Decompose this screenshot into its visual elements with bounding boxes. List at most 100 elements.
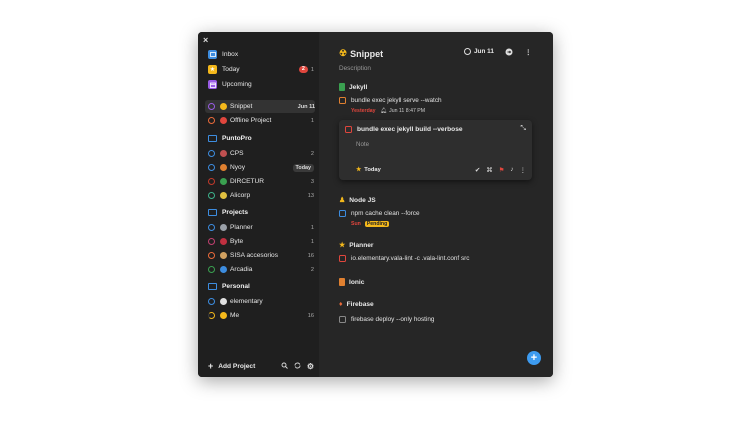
section-firebase[interactable]: ♦ Firebase <box>339 301 374 308</box>
sidebar-item-label: Alicorp <box>230 192 251 199</box>
bear-icon <box>220 298 227 305</box>
section-ionic[interactable]: Ionic <box>339 278 364 286</box>
bell-icon: 🔔︎ <box>380 108 388 114</box>
section-jekyll[interactable]: Jekyll <box>339 83 367 91</box>
sidebar-item-byte[interactable]: Byte 1 <box>208 235 314 248</box>
project-description[interactable]: Description <box>339 65 371 72</box>
sidebar-item-nyoy[interactable]: Nyoy Today <box>208 161 314 174</box>
project-ring-icon <box>208 298 215 305</box>
when-button[interactable]: ★ Today <box>356 167 381 173</box>
more-menu-icon[interactable]: ⋮ <box>525 48 531 56</box>
sidebar-item-label: Offline Project <box>230 117 272 124</box>
star-icon: ★ <box>339 242 346 249</box>
runner-icon: ♟ <box>339 197 346 204</box>
sidebar-item-label: CPS <box>230 150 244 157</box>
task-count: 13 <box>307 192 314 199</box>
task-detail-card[interactable]: bundle exec jekyll build --verbose ⤡ Not… <box>339 120 532 180</box>
app-window: × Inbox ★ Today 2 1 Upcoming Snippet Jun… <box>198 32 553 377</box>
tag-badge: Pending <box>364 221 390 227</box>
task-item[interactable]: bundle exec jekyll serve --watch <box>339 97 442 104</box>
task-text: io.elementary.vala-lint -c .vala-lint.co… <box>351 255 470 262</box>
sidebar-item-label: Upcoming <box>222 81 252 88</box>
section-title: Node JS <box>349 196 376 204</box>
project-ring-icon <box>208 150 215 157</box>
area-projects[interactable]: Projects <box>208 209 248 216</box>
project-title: Snippet <box>350 48 384 59</box>
more-menu-icon[interactable]: ⋮ <box>520 166 526 174</box>
task-checkbox[interactable] <box>345 126 352 133</box>
task-checkbox[interactable] <box>339 316 346 323</box>
project-ring-icon <box>208 103 215 110</box>
sidebar-item-elementary[interactable]: elementary <box>208 295 314 308</box>
add-task-button[interactable]: + <box>527 351 541 365</box>
book-icon <box>339 278 345 286</box>
sidebar-item-inbox[interactable]: Inbox <box>208 48 314 61</box>
due-date-button[interactable]: Jun 11 <box>464 48 494 55</box>
sidebar-item-label: Snippet <box>230 103 253 110</box>
bell-icon[interactable]: ♪ <box>510 166 513 174</box>
section-node[interactable]: ♟ Node JS <box>339 196 376 205</box>
task-count: 1 <box>310 238 314 245</box>
project-ring-icon <box>208 117 215 124</box>
section-title: Planner <box>349 241 374 249</box>
area-personal[interactable]: Personal <box>208 283 250 290</box>
ring-icon <box>220 252 227 259</box>
task-count: 1 <box>310 224 314 231</box>
sidebar-item-upcoming[interactable]: Upcoming <box>208 78 314 91</box>
radioactive-icon: ☢ <box>339 48 348 58</box>
task-count: 16 <box>307 252 314 259</box>
collapse-icon[interactable]: ⤡ <box>520 125 526 133</box>
page-title[interactable]: ☢ Snippet <box>339 48 383 59</box>
task-checkbox[interactable] <box>339 97 346 104</box>
when-label: Today <box>364 167 381 173</box>
task-item[interactable]: firebase deploy --only hosting <box>339 316 434 323</box>
sidebar-item-snippet[interactable]: Snippet Jun 11 <box>205 100 315 113</box>
sidebar-item-label: SISA accesorios <box>230 252 279 259</box>
sidebar-footer: + Add Project ⚙ <box>208 361 314 371</box>
sidebar-item-arcadia[interactable]: Arcadia 2 <box>208 263 314 276</box>
sidebar-item-label: Byte <box>230 238 244 245</box>
project-ring-icon <box>208 224 215 231</box>
sidebar-item-label: Arcadia <box>230 266 253 273</box>
task-item[interactable]: npm cache clean --force <box>339 210 420 217</box>
tag-icon[interactable]: ⌘ <box>486 166 492 174</box>
sidebar-item-me[interactable]: Me 16 <box>208 309 314 322</box>
search-icon[interactable] <box>281 362 288 371</box>
sidebar-item-planner[interactable]: Planner 1 <box>208 221 314 234</box>
sidebar-item-offline-project[interactable]: Offline Project 1 <box>208 114 314 127</box>
sidebar-item-cps[interactable]: CPS 2 <box>208 147 314 160</box>
due-date-label: Jun 11 <box>474 48 494 55</box>
today-pill: Today <box>292 163 314 172</box>
task-checkbox[interactable] <box>339 210 346 217</box>
sync-icon[interactable] <box>294 362 301 371</box>
task-note[interactable]: Note <box>356 141 369 148</box>
gear-icon[interactable]: ⚙ <box>307 362 314 371</box>
task-text[interactable]: bundle exec jekyll build --verbose <box>357 126 463 133</box>
area-puntopro[interactable]: PuntoPro <box>208 135 252 142</box>
sidebar-item-dircetur[interactable]: DIRCETUR 3 <box>208 175 314 188</box>
project-ring-icon <box>208 252 215 259</box>
sections-button[interactable] <box>505 48 513 56</box>
fire-icon: ♦ <box>339 301 343 308</box>
sidebar-item-alicorp[interactable]: Alicorp 13 <box>208 189 314 202</box>
task-checkbox[interactable] <box>339 255 346 262</box>
section-title: Ionic <box>349 278 365 286</box>
project-emoji-icon <box>220 117 227 124</box>
area-title: Projects <box>222 209 249 216</box>
check-circle-icon[interactable]: ✔ <box>475 166 480 174</box>
section-planner[interactable]: ★ Planner <box>339 241 374 250</box>
card-actions: ✔ ⌘ ⚑ ♪ ⋮ <box>475 166 526 174</box>
task-meta: Yesterday 🔔︎ Jun 11 8:47 PM <box>351 108 425 114</box>
project-ring-icon <box>208 178 215 185</box>
task-item[interactable]: io.elementary.vala-lint -c .vala-lint.co… <box>339 255 470 262</box>
sidebar-item-sisa[interactable]: SISA accesorios 16 <box>208 249 314 262</box>
sidebar: × Inbox ★ Today 2 1 Upcoming Snippet Jun… <box>198 32 319 377</box>
flag-icon[interactable]: ⚑ <box>499 166 505 174</box>
sidebar-item-today[interactable]: ★ Today 2 1 <box>208 63 314 76</box>
task-meta: Sun Pending <box>351 221 390 227</box>
task-count: 1 <box>310 66 314 73</box>
close-icon[interactable]: × <box>203 35 208 45</box>
book-icon <box>339 83 345 91</box>
add-project-button[interactable]: + Add Project <box>208 361 275 371</box>
calendar-icon <box>208 80 217 89</box>
